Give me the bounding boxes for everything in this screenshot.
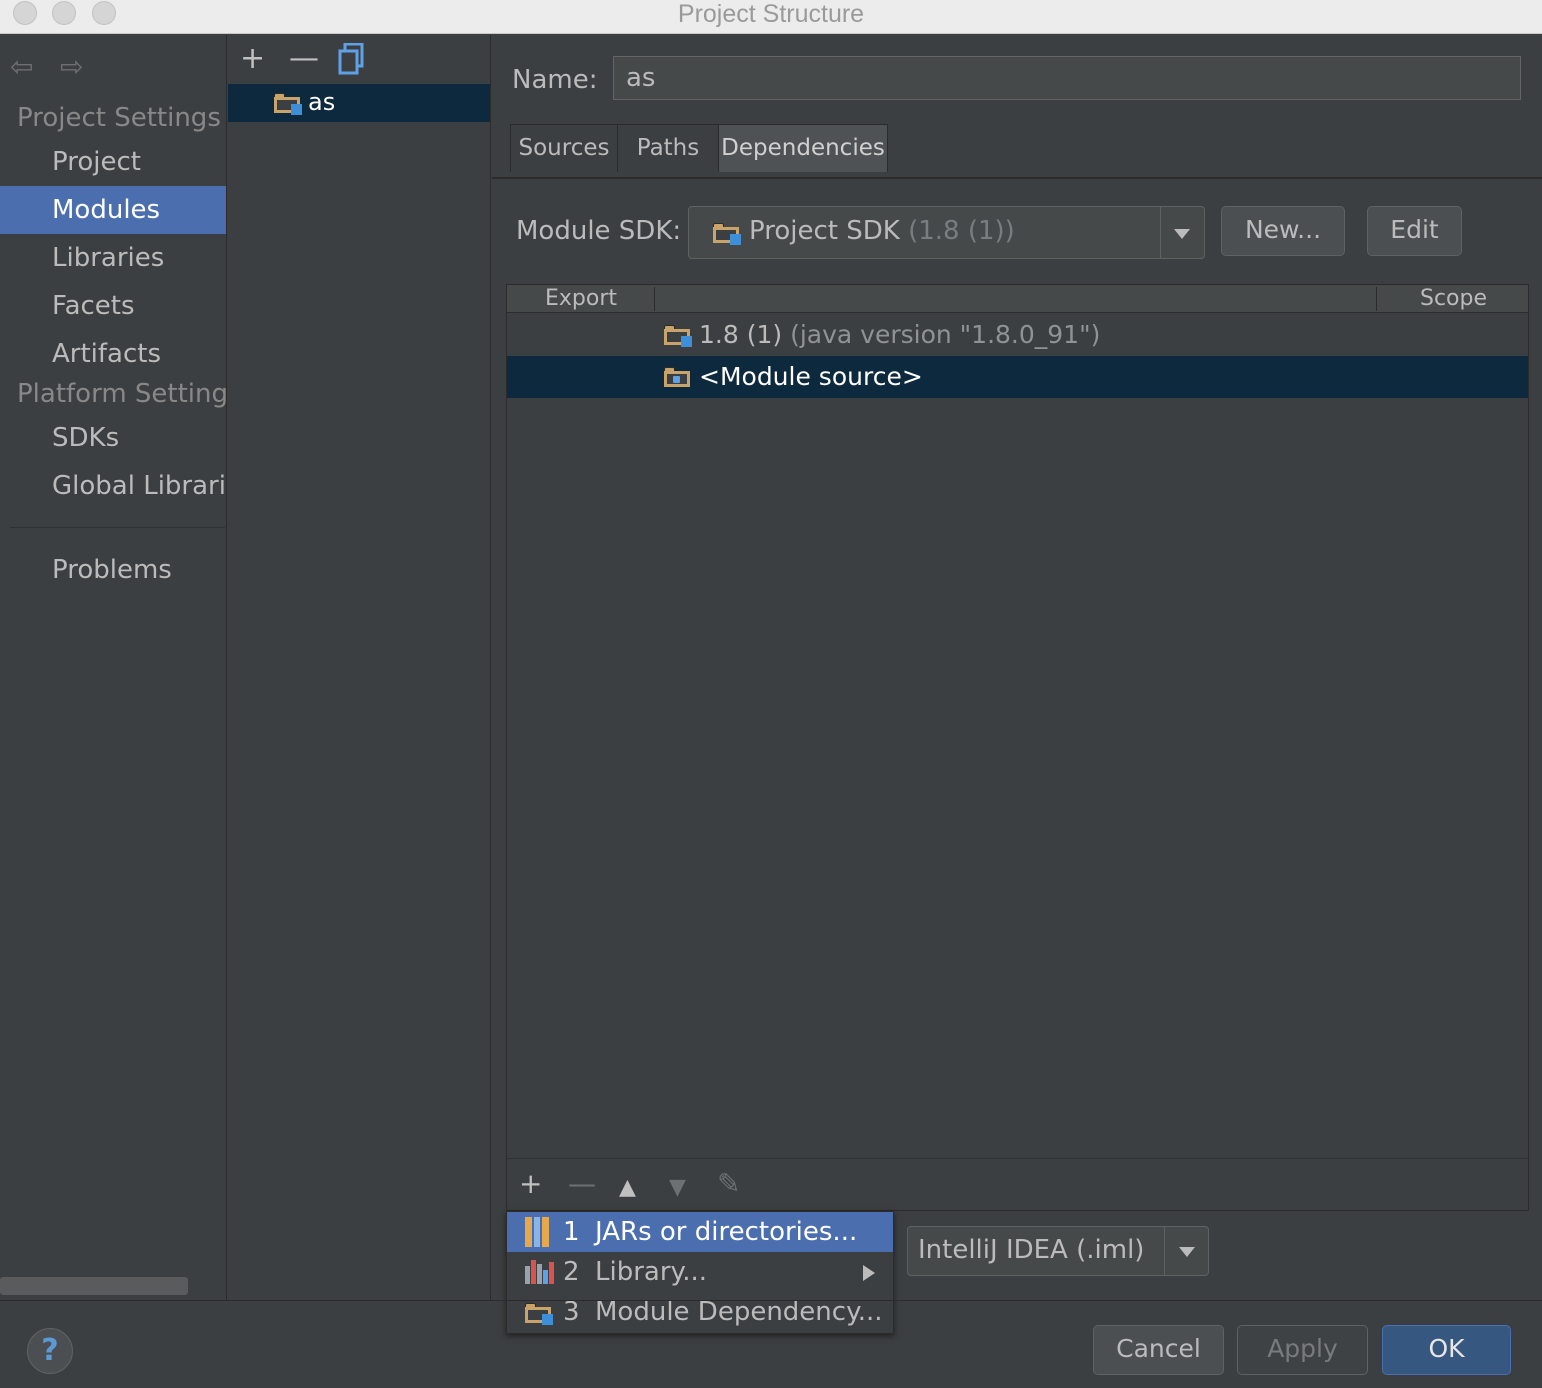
library-icon <box>525 1260 554 1284</box>
storage-format-combo[interactable]: IntelliJ IDEA (.iml) <box>907 1226 1209 1276</box>
sdk-value-name: Project SDK <box>749 216 900 246</box>
module-sdk-combo[interactable]: Project SDK (1.8 (1)) <box>688 206 1205 259</box>
copy-module-icon[interactable] <box>338 42 364 75</box>
sdk-value: Project SDK (1.8 (1)) <box>749 216 1015 246</box>
sdk-folder-icon <box>664 325 692 347</box>
nav-item-facets[interactable]: Facets <box>0 282 226 330</box>
dependency-sdk-name: 1.8 (1) <box>699 320 783 349</box>
module-folder-icon <box>525 1303 553 1325</box>
name-label: Name: <box>512 65 598 95</box>
dependency-module-source: <Module source> <box>699 362 923 391</box>
project-settings-header: Project Settings <box>17 103 221 133</box>
platform-settings-header: Platform Setting <box>17 379 227 409</box>
menu-item-module-dependency[interactable]: 3 Module Dependency... <box>507 1292 893 1332</box>
tab-dependencies[interactable]: Dependencies <box>718 124 888 172</box>
cancel-button[interactable]: Cancel <box>1093 1325 1224 1375</box>
dependencies-table: Export Scope 1.8 (1) (java version "1.8.… <box>506 284 1529 1211</box>
submenu-arrow-icon <box>863 1265 875 1281</box>
add-module-icon[interactable]: + <box>240 44 265 74</box>
menu-item-library[interactable]: 2 Library... <box>507 1252 893 1292</box>
edit-dependency-icon[interactable]: ✎ <box>717 1169 740 1199</box>
nav-divider <box>10 527 225 528</box>
modules-list-pane: + — as <box>228 35 491 1300</box>
footer-divider <box>0 1300 1542 1301</box>
nav-item-artifacts[interactable]: Artifacts <box>0 330 226 378</box>
tab-paths[interactable]: Paths <box>617 124 719 172</box>
source-folder-icon <box>664 367 690 387</box>
menu-item-jars-or-directories[interactable]: 1 JARs or directories... <box>507 1212 893 1252</box>
move-up-icon[interactable]: ▲ <box>619 1173 636 1203</box>
forward-arrow-icon[interactable]: ⇨ <box>60 53 83 81</box>
title-bar: Project Structure <box>0 0 1542 34</box>
module-sdk-label: Module SDK: <box>516 216 682 246</box>
dependencies-header: Export Scope <box>507 285 1528 313</box>
jar-icon <box>525 1217 549 1247</box>
nav-item-global-libraries[interactable]: Global Librarie <box>0 462 226 510</box>
dependency-sdk-detail: (java version "1.8.0_91") <box>790 320 1101 349</box>
add-dependency-menu: 1 JARs or directories... 2 Library... 3 … <box>506 1211 894 1334</box>
module-name-input[interactable]: as <box>613 56 1521 100</box>
sdk-folder-icon <box>713 223 741 245</box>
window-title: Project Structure <box>677 0 865 28</box>
chevron-down-icon <box>1179 1247 1195 1257</box>
ok-button[interactable]: OK <box>1382 1325 1511 1375</box>
edit-sdk-button[interactable]: Edit <box>1367 206 1462 256</box>
tab-sources[interactable]: Sources <box>510 124 618 172</box>
column-export[interactable]: Export <box>545 285 617 313</box>
nav-item-libraries[interactable]: Libraries <box>0 234 226 282</box>
horizontal-scrollbar[interactable] <box>0 1277 188 1295</box>
column-scope[interactable]: Scope <box>1420 285 1487 313</box>
dependency-row[interactable]: 1.8 (1) (java version "1.8.0_91") <box>507 314 1528 356</box>
sdk-value-detail: (1.8 (1)) <box>908 216 1015 246</box>
dependencies-toolbar: + — ▲ ▼ ✎ <box>507 1158 1528 1210</box>
remove-dependency-icon[interactable]: — <box>568 1169 596 1199</box>
apply-button[interactable]: Apply <box>1237 1325 1368 1375</box>
storage-format-value: IntelliJ IDEA (.iml) <box>918 1235 1145 1265</box>
nav-item-problems[interactable]: Problems <box>0 546 226 594</box>
help-button[interactable]: ? <box>27 1328 73 1374</box>
module-details-pane: Name: as Sources Paths Dependencies Modu… <box>492 35 1542 1300</box>
settings-nav: ⇦ ⇨ Project Settings Project Modules Lib… <box>0 35 227 1300</box>
tabs-underline <box>492 177 1542 179</box>
nav-item-project[interactable]: Project <box>0 138 226 186</box>
module-row-as[interactable]: as <box>228 84 490 122</box>
add-dependency-icon[interactable]: + <box>519 1169 542 1199</box>
module-folder-icon <box>274 93 302 115</box>
dependency-row[interactable]: <Module source> <box>507 356 1528 398</box>
module-row-label: as <box>308 88 336 116</box>
chevron-down-icon <box>1174 229 1190 239</box>
dependency-sdk-text: 1.8 (1) (java version "1.8.0_91") <box>699 320 1100 349</box>
remove-module-icon[interactable]: — <box>289 44 319 74</box>
nav-item-modules[interactable]: Modules <box>0 186 226 234</box>
new-sdk-button[interactable]: New... <box>1221 206 1345 256</box>
nav-item-sdks[interactable]: SDKs <box>0 414 226 462</box>
move-down-icon[interactable]: ▼ <box>669 1173 686 1203</box>
back-arrow-icon[interactable]: ⇦ <box>10 53 33 81</box>
